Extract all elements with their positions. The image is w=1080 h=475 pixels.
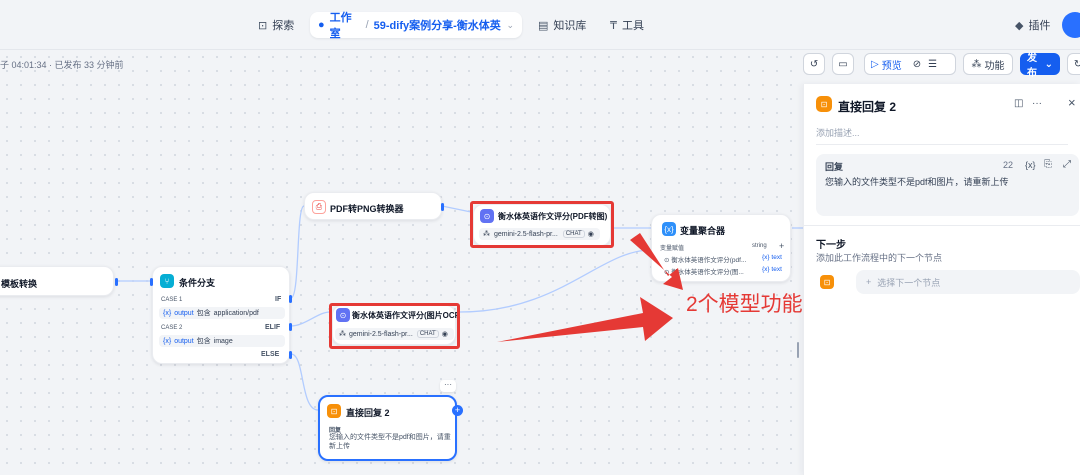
reply-editor[interactable]: 回复 22 {x} ⎘ ⤢ 您输入的文件类型不是pdf和图片，请重新上传	[816, 154, 1079, 216]
select-next-node-button[interactable]: + 选择下一个节点	[856, 270, 1080, 294]
arrow-to-pdf-node	[630, 233, 683, 290]
close-icon[interactable]: ×	[1068, 95, 1076, 110]
divider	[804, 225, 1080, 226]
panel-more-button[interactable]: ···	[1032, 98, 1042, 109]
next-step-title: 下一步	[816, 240, 846, 251]
book-icon[interactable]: ◫	[1014, 98, 1023, 109]
reply-label: 回复	[825, 162, 844, 172]
divider	[816, 144, 1068, 145]
panel-title[interactable]: 直接回复 2	[838, 98, 896, 115]
insert-variable-button[interactable]: {x}	[1025, 160, 1036, 170]
next-step-desc: 添加此工作流程中的下一个节点	[816, 253, 943, 263]
select-next-node-label: 选择下一个节点	[877, 277, 941, 288]
description-input[interactable]: 添加描述...	[816, 126, 860, 139]
char-count: 22	[1003, 160, 1014, 170]
panel-resize-handle[interactable]	[797, 342, 799, 358]
node-config-panel: ⊡ 直接回复 2 ◫ ··· × 添加描述... 回复 22 {x} ⎘ ⤢ 您…	[803, 84, 1080, 475]
copy-icon[interactable]: ⎘	[1044, 159, 1052, 170]
arrow-to-ocr-node	[497, 297, 673, 342]
plus-icon: +	[866, 277, 872, 287]
reply-icon: ⊡	[816, 96, 832, 112]
reply-icon: ⊡	[820, 275, 834, 289]
expand-icon[interactable]: ⤢	[1063, 159, 1071, 170]
reply-content[interactable]: 您输入的文件类型不是pdf和图片，请重新上传	[825, 175, 1009, 188]
